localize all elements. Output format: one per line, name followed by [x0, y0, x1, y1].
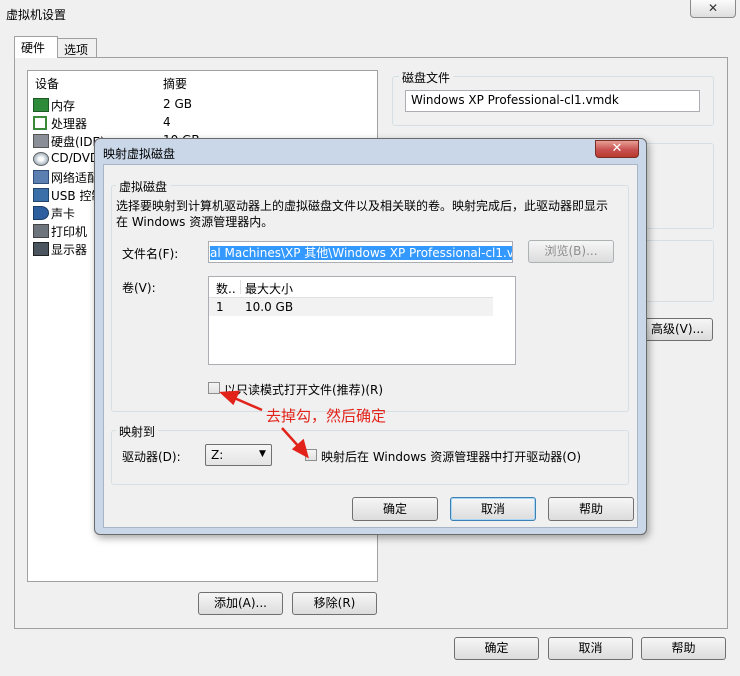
annotation-arrowhead-readonly: [218, 390, 240, 406]
tab-hardware-label: 硬件: [21, 41, 46, 55]
tab-hardware[interactable]: 硬件: [14, 36, 58, 58]
annotation-arrows: [218, 390, 309, 459]
annotation-arrow-readonly: [231, 395, 263, 412]
